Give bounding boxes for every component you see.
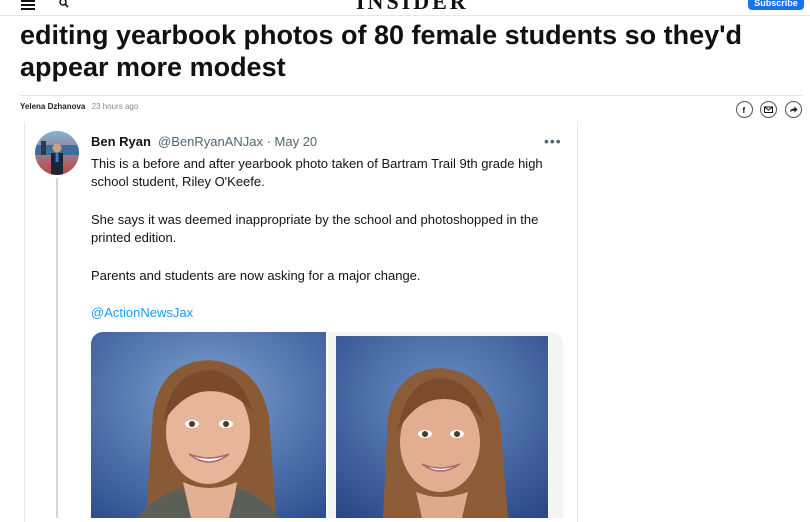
- tweet-paragraph: This is a before and after yearbook phot…: [91, 156, 543, 189]
- search-icon[interactable]: [59, 0, 69, 8]
- tweet-paragraph: Parents and students are now asking for …: [91, 268, 421, 283]
- site-logo[interactable]: INSIDER: [356, 0, 469, 13]
- avatar[interactable]: [35, 131, 79, 175]
- avatar-image: [35, 131, 79, 175]
- tweet-mention-link[interactable]: @ActionNewsJax: [91, 305, 193, 320]
- tweet-thread-line: [56, 178, 58, 518]
- tweet-author-name[interactable]: Ben Ryan: [91, 134, 151, 149]
- author-link[interactable]: Yelena Dzhanova: [20, 102, 85, 111]
- tweet-media[interactable]: [91, 332, 563, 518]
- article-headline: editing yearbook photos of 80 female stu…: [20, 20, 743, 82]
- byline-divider: [20, 95, 803, 96]
- email-icon: [764, 106, 773, 113]
- email-share-button[interactable]: [760, 101, 777, 118]
- tweet-paragraph: She says it was deemed inappropriate by …: [91, 212, 539, 245]
- byline: Yelena Dzhanova 23 hours ago: [20, 102, 138, 111]
- share-icon: [790, 106, 798, 113]
- top-nav: INSIDER Subscribe: [0, 0, 810, 14]
- facebook-icon: f: [743, 106, 746, 114]
- more-options-icon[interactable]: •••: [544, 133, 562, 149]
- nav-divider: [0, 15, 810, 16]
- yearbook-photo-before[interactable]: [91, 332, 326, 518]
- tweet-handle-date[interactable]: @BenRyanANJax · May 20: [158, 134, 317, 149]
- subscribe-button[interactable]: Subscribe: [748, 0, 804, 10]
- svg-text:f: f: [743, 106, 746, 114]
- facebook-share-button[interactable]: f: [736, 101, 753, 118]
- more-share-button[interactable]: [785, 101, 802, 118]
- publish-time: 23 hours ago: [91, 102, 139, 111]
- yearbook-photo-after[interactable]: [328, 332, 563, 518]
- hamburger-menu-icon[interactable]: [21, 0, 35, 10]
